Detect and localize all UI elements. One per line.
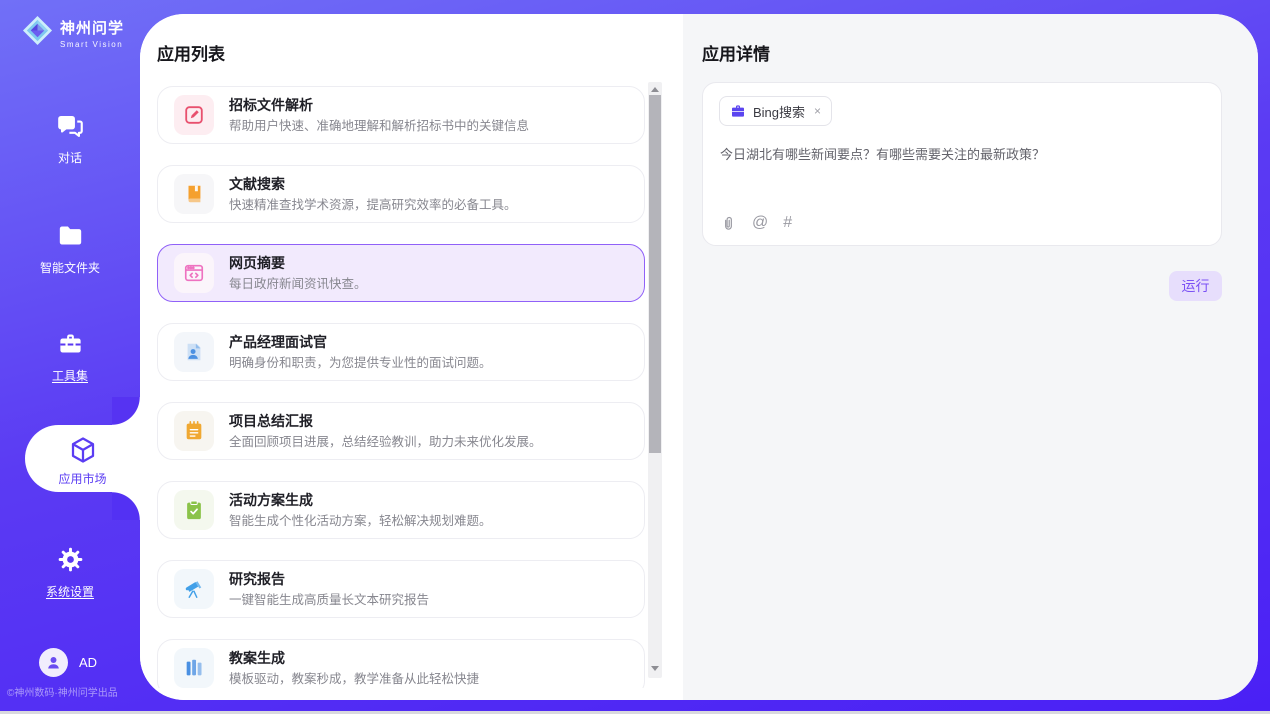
run-button[interactable]: 运行 — [1169, 271, 1222, 301]
clipboard-check-icon — [174, 490, 214, 530]
user-account[interactable]: AD — [39, 648, 97, 677]
sidebar-item-settings[interactable]: 系统设置 — [0, 546, 140, 600]
tool-chip-label: Bing搜索 — [753, 102, 805, 121]
app-item-title: 教案生成 — [229, 650, 479, 667]
app-item-desc: 模板驱动，教案秒成，教学准备从此轻松快捷 — [229, 671, 479, 687]
paperclip-icon[interactable] — [720, 214, 737, 233]
app-item-title: 活动方案生成 — [229, 492, 492, 509]
pill-corner-top — [112, 397, 140, 425]
app-item-title: 研究报告 — [229, 571, 429, 588]
avatar — [39, 648, 68, 677]
user-initials: AD — [79, 655, 97, 670]
app-list-title: 应用列表 — [157, 40, 225, 65]
sidebar-item-label: 应用市场 — [25, 470, 140, 487]
gear-icon — [57, 546, 84, 573]
app-list-item[interactable]: 研究报告 一键智能生成高质量长文本研究报告 — [157, 560, 645, 618]
book-icon — [174, 174, 214, 214]
prompt-card: Bing搜索 × 今日湖北有哪些新闻要点？有哪些需要关注的最新政策？ @ # — [702, 82, 1222, 246]
app-item-desc: 明确身份和职责，为您提供专业性的面试问题。 — [229, 355, 492, 371]
brand-subtitle: Smart Vision — [60, 40, 124, 49]
sidebar-item-smart-folder[interactable]: 智能文件夹 — [0, 222, 140, 276]
hash-icon[interactable]: # — [783, 213, 792, 233]
app-list-panel: 应用列表 招标文件解析 帮助用户快速、准确地理解和解析招标书中的关键信息 文献搜… — [140, 14, 683, 700]
app-item-desc: 全面回顾项目进展，总结经验教训，助力未来优化发展。 — [229, 434, 542, 450]
app-item-title: 项目总结汇报 — [229, 413, 542, 430]
interviewer-icon — [174, 332, 214, 372]
chat-icon — [57, 112, 84, 139]
gem-diamond-icon — [22, 15, 53, 51]
briefcase-icon — [730, 103, 746, 119]
sidebar-item-toolset[interactable]: 工具集 — [0, 330, 140, 384]
app-item-desc: 每日政府新闻资讯快查。 — [229, 276, 367, 292]
app-detail-panel: 应用详情 Bing搜索 × 今日湖北有哪些新闻要点？有哪些需要关注的最新政策？ … — [683, 14, 1258, 700]
app-list-item[interactable]: 教案生成 模板驱动，教案秒成，教学准备从此轻松快捷 — [157, 639, 645, 688]
research-icon — [174, 569, 214, 609]
tool-chip-bing[interactable]: Bing搜索 × — [719, 96, 832, 126]
main-content: 应用列表 招标文件解析 帮助用户快速、准确地理解和解析招标书中的关键信息 文献搜… — [140, 14, 1258, 700]
app-list-item[interactable]: 活动方案生成 智能生成个性化活动方案，轻松解决规划难题。 — [157, 481, 645, 539]
pill-corner-bottom — [112, 492, 140, 520]
toolbox-icon — [57, 330, 84, 357]
app-list-item[interactable]: 网页摘要 每日政府新闻资讯快查。 — [157, 244, 645, 302]
app-item-desc: 帮助用户快速、准确地理解和解析招标书中的关键信息 — [229, 118, 529, 134]
app-list-item[interactable]: 产品经理面试官 明确身份和职责，为您提供专业性的面试问题。 — [157, 323, 645, 381]
brand-logo: 神州问学 Smart Vision — [22, 15, 124, 51]
person-icon — [45, 654, 62, 671]
books-icon — [174, 648, 214, 688]
sidebar: 神州问学 Smart Vision 对话 智能文件夹 — [0, 0, 140, 711]
app-detail-title: 应用详情 — [702, 40, 770, 65]
sidebar-item-app-market[interactable]: 应用市场 — [25, 425, 140, 492]
app-frame: 神州问学 Smart Vision 对话 智能文件夹 — [0, 0, 1270, 711]
app-list-item[interactable]: 项目总结汇报 全面回顾项目进展，总结经验教训，助力未来优化发展。 — [157, 402, 645, 460]
cube-icon — [68, 435, 98, 465]
edit-doc-icon — [174, 95, 214, 135]
sidebar-item-label: 对话 — [0, 149, 140, 166]
query-input[interactable]: 今日湖北有哪些新闻要点？有哪些需要关注的最新政策？ — [720, 145, 1200, 164]
brand-name: 神州问学 — [60, 20, 124, 37]
app-item-desc: 一键智能生成高质量长文本研究报告 — [229, 592, 429, 608]
web-code-icon — [174, 253, 214, 293]
app-item-title: 文献搜索 — [229, 176, 517, 193]
app-list-item[interactable]: 招标文件解析 帮助用户快速、准确地理解和解析招标书中的关键信息 — [157, 86, 645, 144]
app-item-desc: 快速精准查找学术资源，提高研究效率的必备工具。 — [229, 197, 517, 213]
composer-toolbar: @ # — [720, 213, 792, 233]
sidebar-item-label: 工具集 — [0, 367, 140, 384]
sidebar-item-label: 系统设置 — [0, 583, 140, 600]
sidebar-item-label: 智能文件夹 — [0, 259, 140, 276]
app-item-desc: 智能生成个性化活动方案，轻松解决规划难题。 — [229, 513, 492, 529]
sidebar-item-chat[interactable]: 对话 — [0, 112, 140, 166]
close-icon[interactable]: × — [814, 104, 821, 118]
app-item-title: 网页摘要 — [229, 255, 367, 272]
app-list-viewport: 招标文件解析 帮助用户快速、准确地理解和解析招标书中的关键信息 文献搜索 快速精… — [157, 82, 646, 688]
notepad-icon — [174, 411, 214, 451]
folder-icon — [57, 222, 84, 249]
scrollbar-thumb[interactable] — [649, 95, 661, 453]
app-list-items: 招标文件解析 帮助用户快速、准确地理解和解析招标书中的关键信息 文献搜索 快速精… — [157, 82, 646, 688]
app-list-scrollbar[interactable] — [648, 82, 662, 678]
scroll-down-icon[interactable] — [648, 662, 662, 674]
at-icon[interactable]: @ — [752, 213, 768, 233]
app-item-title: 产品经理面试官 — [229, 334, 492, 351]
app-list-item[interactable]: 文献搜索 快速精准查找学术资源，提高研究效率的必备工具。 — [157, 165, 645, 223]
app-item-title: 招标文件解析 — [229, 97, 529, 114]
scroll-up-icon[interactable] — [648, 83, 662, 95]
copyright-footer: ©神州数码·神州问学出品 — [7, 684, 118, 699]
